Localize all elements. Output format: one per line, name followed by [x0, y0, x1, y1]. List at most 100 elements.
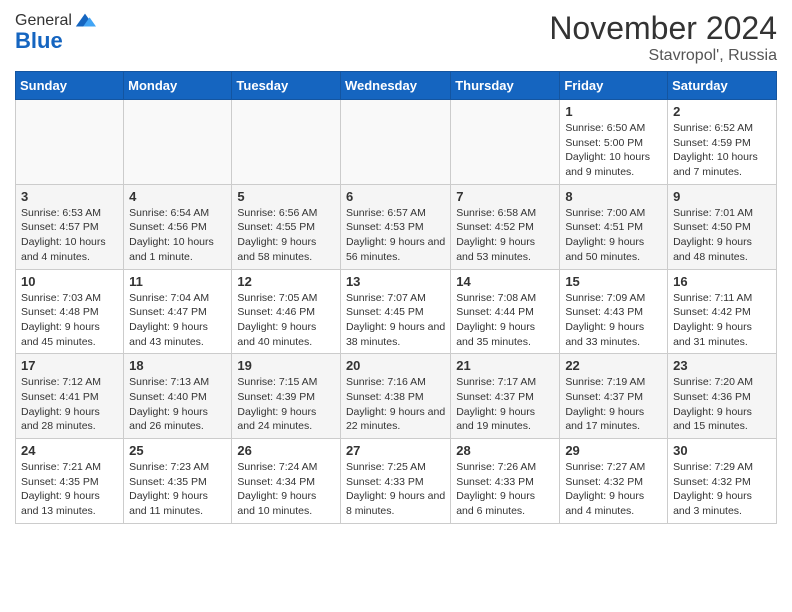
- table-row: 29 Sunrise: 7:27 AM Sunset: 4:32 PM Dayli…: [560, 439, 668, 524]
- day-number: 14: [456, 274, 554, 289]
- table-row: 1 Sunrise: 6:50 AM Sunset: 5:00 PM Daylig…: [560, 100, 668, 185]
- table-row: 12Sunrise: 7:05 AM Sunset: 4:46 PM Dayli…: [232, 269, 341, 354]
- location: Stavropol', Russia: [549, 47, 777, 65]
- day-info: Sunrise: 7:00 AM Sunset: 4:51 PM Dayligh…: [565, 206, 662, 265]
- day-number: 22: [565, 358, 662, 373]
- day-number: 26: [237, 443, 335, 458]
- day-number: 17: [21, 358, 118, 373]
- table-row: 9 Sunrise: 7:01 AM Sunset: 4:50 PM Daylig…: [668, 184, 777, 269]
- day-number: 30: [673, 443, 771, 458]
- table-row: [340, 100, 450, 185]
- day-number: 27: [346, 443, 445, 458]
- day-info: Sunrise: 7:20 AM Sunset: 4:36 PM Dayligh…: [673, 375, 771, 434]
- day-info: Sunrise: 6:50 AM Sunset: 5:00 PM Dayligh…: [565, 121, 662, 180]
- table-row: 30 Sunrise: 7:29 AM Sunset: 4:32 PM Dayli…: [668, 439, 777, 524]
- day-number: 5: [237, 189, 335, 204]
- col-tuesday: Tuesday: [232, 72, 341, 100]
- day-info: Sunrise: 6:58 AM Sunset: 4:52 PM Dayligh…: [456, 206, 554, 265]
- day-info: Sunrise: 7:25 AM Sunset: 4:33 PM Dayligh…: [346, 460, 445, 519]
- day-info: Sunrise: 7:03 AM Sunset: 4:48 PM Dayligh…: [21, 291, 118, 350]
- table-row: 8 Sunrise: 7:00 AM Sunset: 4:51 PM Daylig…: [560, 184, 668, 269]
- day-number: 1: [565, 104, 662, 119]
- calendar-week-row: 17 Sunrise: 7:12 AM Sunset: 4:41 PM Dayli…: [16, 354, 777, 439]
- table-row: [124, 100, 232, 185]
- day-number: 18: [129, 358, 226, 373]
- day-number: 28: [456, 443, 554, 458]
- table-row: 14 Sunrise: 7:08 AM Sunset: 4:44 PM Dayli…: [451, 269, 560, 354]
- day-number: 8: [565, 189, 662, 204]
- table-row: 17 Sunrise: 7:12 AM Sunset: 4:41 PM Dayli…: [16, 354, 124, 439]
- day-info: Sunrise: 7:13 AM Sunset: 4:40 PM Dayligh…: [129, 375, 226, 434]
- day-info: Sunrise: 6:54 AM Sunset: 4:56 PM Dayligh…: [129, 206, 226, 265]
- day-info: Sunrise: 7:27 AM Sunset: 4:32 PM Dayligh…: [565, 460, 662, 519]
- table-row: 15 Sunrise: 7:09 AM Sunset: 4:43 PM Dayli…: [560, 269, 668, 354]
- table-row: 5 Sunrise: 6:56 AM Sunset: 4:55 PM Daylig…: [232, 184, 341, 269]
- col-monday: Monday: [124, 72, 232, 100]
- day-number: 9: [673, 189, 771, 204]
- table-row: [16, 100, 124, 185]
- table-row: 7 Sunrise: 6:58 AM Sunset: 4:52 PM Daylig…: [451, 184, 560, 269]
- table-row: [232, 100, 341, 185]
- table-row: 2Sunrise: 6:52 AM Sunset: 4:59 PM Daylig…: [668, 100, 777, 185]
- day-info: Sunrise: 7:09 AM Sunset: 4:43 PM Dayligh…: [565, 291, 662, 350]
- table-row: 20 Sunrise: 7:16 AM Sunset: 4:38 PM Dayli…: [340, 354, 450, 439]
- col-saturday: Saturday: [668, 72, 777, 100]
- day-number: 12: [237, 274, 335, 289]
- table-row: 27 Sunrise: 7:25 AM Sunset: 4:33 PM Dayli…: [340, 439, 450, 524]
- table-row: 6 Sunrise: 6:57 AM Sunset: 4:53 PM Daylig…: [340, 184, 450, 269]
- month-title: November 2024: [549, 10, 777, 47]
- day-info: Sunrise: 7:19 AM Sunset: 4:37 PM Dayligh…: [565, 375, 662, 434]
- calendar-header-row: Sunday Monday Tuesday Wednesday Thursday…: [16, 72, 777, 100]
- day-number: 15: [565, 274, 662, 289]
- day-info: Sunrise: 6:57 AM Sunset: 4:53 PM Dayligh…: [346, 206, 445, 265]
- table-row: 16 Sunrise: 7:11 AM Sunset: 4:42 PM Dayli…: [668, 269, 777, 354]
- page-container: General Blue November 2024 Stavropol', R…: [0, 0, 792, 539]
- day-info: Sunrise: 6:56 AM Sunset: 4:55 PM Dayligh…: [237, 206, 335, 265]
- day-number: 7: [456, 189, 554, 204]
- day-number: 29: [565, 443, 662, 458]
- day-info: Sunrise: 7:12 AM Sunset: 4:41 PM Dayligh…: [21, 375, 118, 434]
- table-row: 13Sunrise: 7:07 AM Sunset: 4:45 PM Dayli…: [340, 269, 450, 354]
- day-number: 25: [129, 443, 226, 458]
- day-info: Sunrise: 7:08 AM Sunset: 4:44 PM Dayligh…: [456, 291, 554, 350]
- day-info: Sunrise: 7:07 AM Sunset: 4:45 PM Dayligh…: [346, 291, 445, 350]
- day-number: 20: [346, 358, 445, 373]
- day-info: Sunrise: 7:01 AM Sunset: 4:50 PM Dayligh…: [673, 206, 771, 265]
- day-number: 3: [21, 189, 118, 204]
- day-number: 2: [673, 104, 771, 119]
- day-info: Sunrise: 7:24 AM Sunset: 4:34 PM Dayligh…: [237, 460, 335, 519]
- day-info: Sunrise: 6:53 AM Sunset: 4:57 PM Dayligh…: [21, 206, 118, 265]
- day-number: 6: [346, 189, 445, 204]
- table-row: 25 Sunrise: 7:23 AM Sunset: 4:35 PM Dayli…: [124, 439, 232, 524]
- day-info: Sunrise: 7:17 AM Sunset: 4:37 PM Dayligh…: [456, 375, 554, 434]
- day-info: Sunrise: 7:23 AM Sunset: 4:35 PM Dayligh…: [129, 460, 226, 519]
- calendar-week-row: 10 Sunrise: 7:03 AM Sunset: 4:48 PM Dayli…: [16, 269, 777, 354]
- day-number: 4: [129, 189, 226, 204]
- logo-icon: [74, 10, 96, 32]
- table-row: 3 Sunrise: 6:53 AM Sunset: 4:57 PM Daylig…: [16, 184, 124, 269]
- calendar-table: Sunday Monday Tuesday Wednesday Thursday…: [15, 71, 777, 524]
- logo: General Blue: [15, 10, 96, 54]
- day-info: Sunrise: 7:16 AM Sunset: 4:38 PM Dayligh…: [346, 375, 445, 434]
- day-number: 23: [673, 358, 771, 373]
- day-info: Sunrise: 7:21 AM Sunset: 4:35 PM Dayligh…: [21, 460, 118, 519]
- calendar-week-row: 1 Sunrise: 6:50 AM Sunset: 5:00 PM Daylig…: [16, 100, 777, 185]
- calendar-week-row: 24Sunrise: 7:21 AM Sunset: 4:35 PM Dayli…: [16, 439, 777, 524]
- table-row: 4 Sunrise: 6:54 AM Sunset: 4:56 PM Daylig…: [124, 184, 232, 269]
- day-info: Sunrise: 7:29 AM Sunset: 4:32 PM Dayligh…: [673, 460, 771, 519]
- table-row: 19Sunrise: 7:15 AM Sunset: 4:39 PM Dayli…: [232, 354, 341, 439]
- table-row: 11 Sunrise: 7:04 AM Sunset: 4:47 PM Dayli…: [124, 269, 232, 354]
- table-row: 24Sunrise: 7:21 AM Sunset: 4:35 PM Dayli…: [16, 439, 124, 524]
- day-info: Sunrise: 7:11 AM Sunset: 4:42 PM Dayligh…: [673, 291, 771, 350]
- title-block: November 2024 Stavropol', Russia: [549, 10, 777, 65]
- day-info: Sunrise: 7:04 AM Sunset: 4:47 PM Dayligh…: [129, 291, 226, 350]
- table-row: 22 Sunrise: 7:19 AM Sunset: 4:37 PM Dayli…: [560, 354, 668, 439]
- table-row: 18 Sunrise: 7:13 AM Sunset: 4:40 PM Dayli…: [124, 354, 232, 439]
- day-number: 11: [129, 274, 226, 289]
- day-number: 16: [673, 274, 771, 289]
- table-row: 10 Sunrise: 7:03 AM Sunset: 4:48 PM Dayli…: [16, 269, 124, 354]
- col-friday: Friday: [560, 72, 668, 100]
- day-info: Sunrise: 7:15 AM Sunset: 4:39 PM Dayligh…: [237, 375, 335, 434]
- day-number: 10: [21, 274, 118, 289]
- table-row: 23 Sunrise: 7:20 AM Sunset: 4:36 PM Dayli…: [668, 354, 777, 439]
